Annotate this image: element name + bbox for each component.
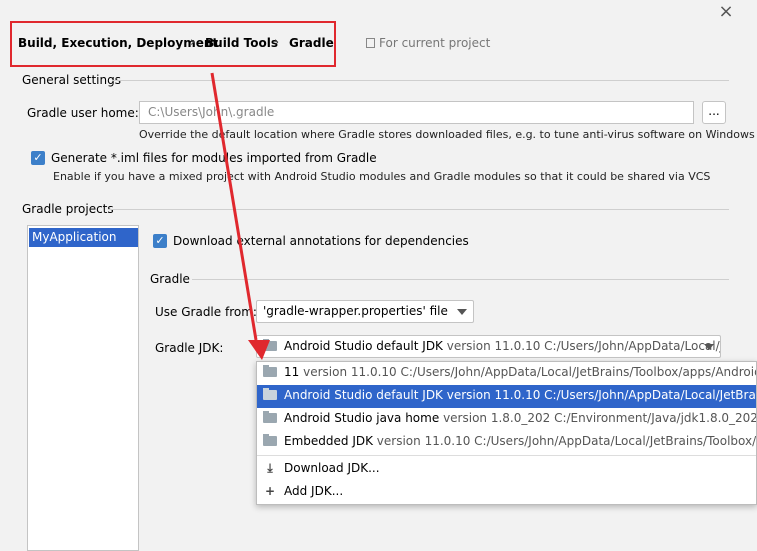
annotation-arrow: [210, 72, 270, 360]
